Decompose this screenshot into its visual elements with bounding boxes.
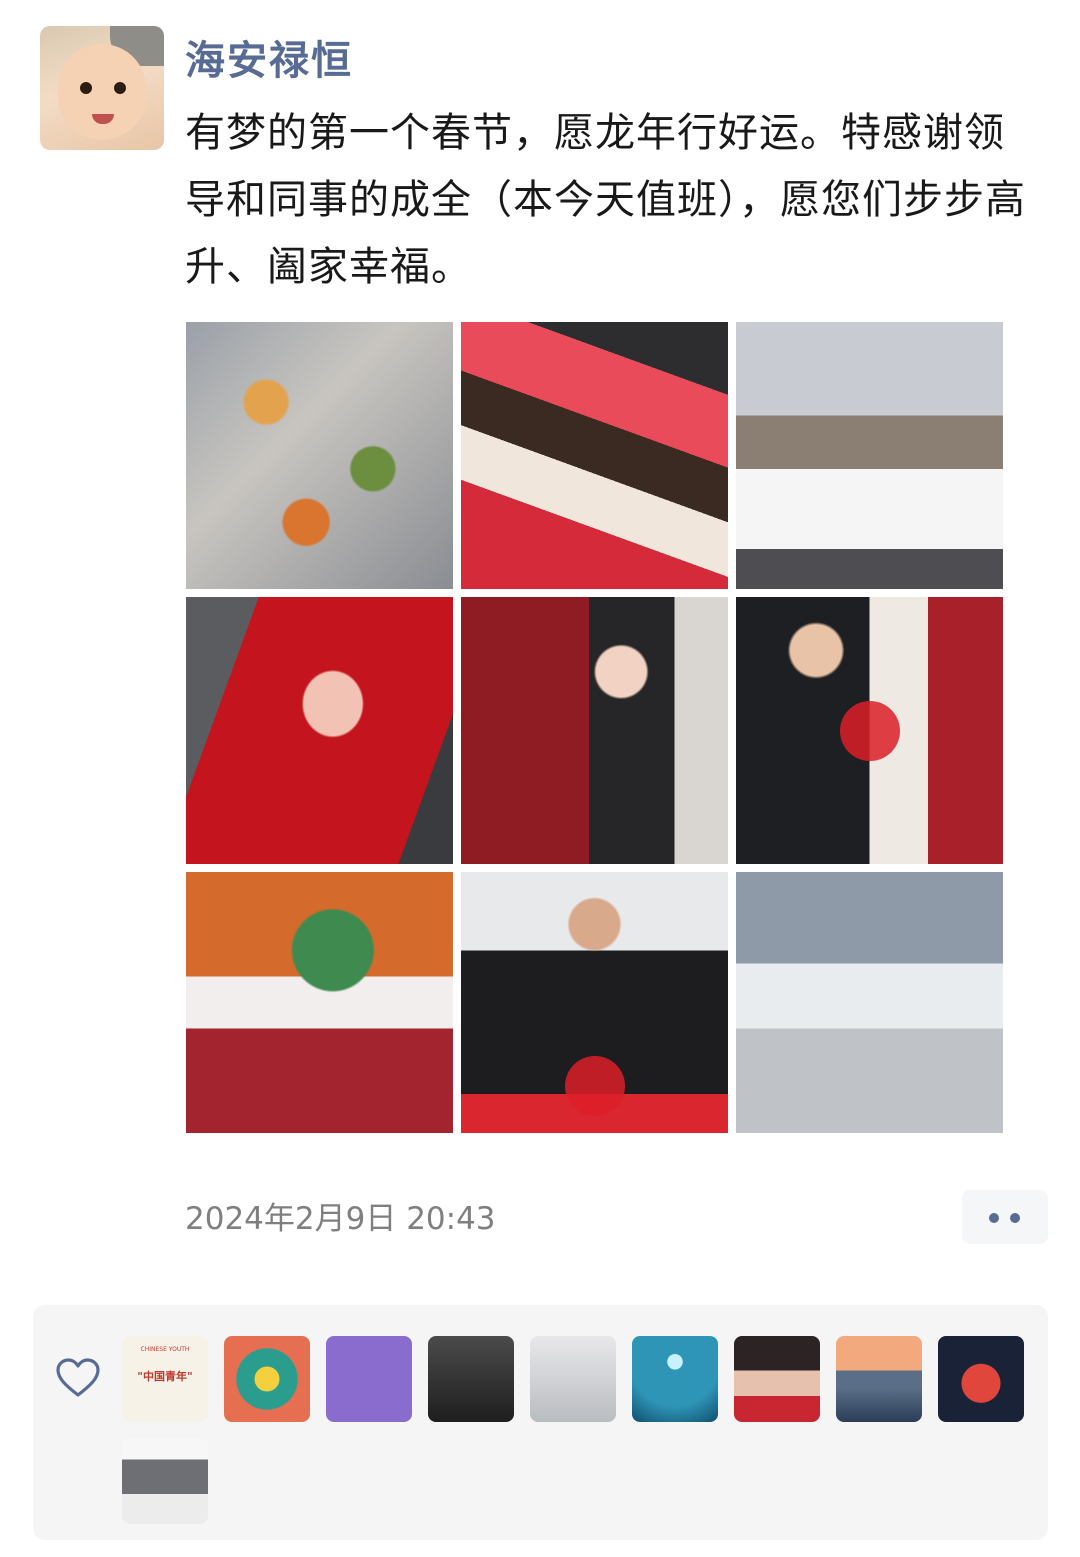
liker-avatar[interactable] bbox=[224, 1336, 310, 1422]
liker-avatar[interactable] bbox=[632, 1336, 718, 1422]
avatar-face bbox=[58, 44, 146, 140]
photo-couple-doorway[interactable] bbox=[736, 597, 1003, 864]
photo-wedding-cars[interactable] bbox=[736, 322, 1003, 589]
avatar-eye bbox=[80, 82, 92, 94]
red-paper-cut-icon bbox=[839, 700, 900, 761]
photo-gifts-fruits[interactable] bbox=[186, 872, 453, 1133]
likes-panel: CHINESE YOUTH "中国青年" bbox=[33, 1305, 1048, 1540]
more-button[interactable] bbox=[962, 1190, 1048, 1244]
more-dots-icon bbox=[1010, 1213, 1020, 1223]
photo-car-convoy-snow[interactable] bbox=[736, 872, 1003, 1133]
liker-avatar[interactable] bbox=[122, 1438, 208, 1524]
avatar-eye bbox=[114, 82, 126, 94]
photo-food-table[interactable] bbox=[186, 322, 453, 589]
photo-bride-red-veil[interactable] bbox=[186, 597, 453, 864]
heart-outline-icon[interactable] bbox=[55, 1357, 101, 1399]
liker-avatar[interactable] bbox=[734, 1336, 820, 1422]
liker-label: "中国青年" bbox=[137, 1370, 193, 1383]
liker-avatar[interactable] bbox=[428, 1336, 514, 1422]
post-text: 有梦的第一个春节，愿龙年行好运。特感谢领导和同事的成全（本今天值班），愿您们步步… bbox=[185, 110, 1026, 290]
red-paper-cut-icon bbox=[564, 1056, 625, 1117]
liker-avatar[interactable] bbox=[836, 1336, 922, 1422]
liker-avatar[interactable]: CHINESE YOUTH "中国青年" bbox=[122, 1336, 208, 1422]
photo-grid bbox=[186, 322, 1003, 1133]
photo-groom-window[interactable] bbox=[461, 872, 728, 1133]
photo-red-envelopes[interactable] bbox=[461, 322, 728, 589]
avatar[interactable] bbox=[40, 26, 164, 150]
liker-tagline: CHINESE YOUTH bbox=[140, 1346, 190, 1353]
photo-bride-pouring-tea[interactable] bbox=[461, 597, 728, 864]
author-name[interactable]: 海安禄恒 bbox=[185, 28, 353, 86]
liker-avatar[interactable] bbox=[938, 1336, 1024, 1422]
post-timestamp: 2024年2月9日 20:43 bbox=[185, 1201, 496, 1237]
more-dots-icon bbox=[989, 1213, 999, 1223]
liker-avatar[interactable] bbox=[326, 1336, 412, 1422]
liker-avatar[interactable] bbox=[530, 1336, 616, 1422]
